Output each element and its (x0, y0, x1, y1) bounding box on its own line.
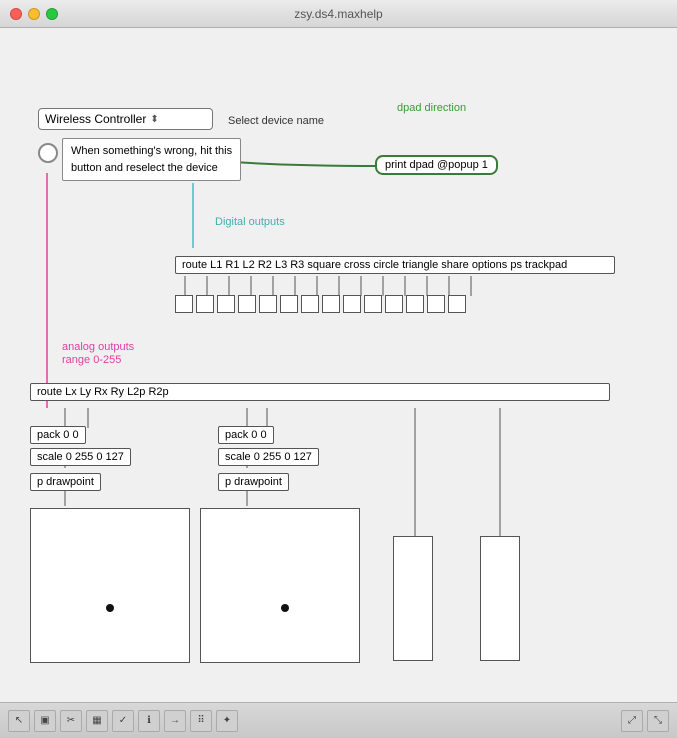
xy-dot-left (106, 604, 114, 612)
pack1-box[interactable]: pack 0 0 (30, 426, 86, 444)
toolbar-right-icons: ⤢ ⤡ (621, 710, 669, 732)
info-line1: When something's wrong, hit this (71, 143, 232, 160)
outlet-L1[interactable] (175, 295, 193, 313)
scale1-box[interactable]: scale 0 255 0 127 (30, 448, 131, 466)
print-dpad-label: print dpad @popup 1 (385, 159, 488, 171)
outlet-triangle[interactable] (364, 295, 382, 313)
collapse-icon[interactable]: ⤡ (647, 710, 669, 732)
max-canvas: Wireless Controller ⬍ Select device name… (0, 28, 677, 702)
analog-range-label: range 0-255 (62, 354, 121, 366)
drawpoint1-label: p drawpoint (37, 476, 94, 488)
window-controls[interactable] (10, 8, 58, 20)
outlet-share[interactable] (385, 295, 403, 313)
scale2-label: scale 0 255 0 127 (225, 451, 312, 463)
drawpoint1-box[interactable]: p drawpoint (30, 473, 101, 491)
star-tool[interactable]: ✦ (216, 710, 238, 732)
bottom-toolbar: ↖ ▣ ✂ ▦ ✓ ℹ → ⠿ ✦ ⤢ ⤡ (0, 702, 677, 738)
drawpoint2-label: p drawpoint (225, 476, 282, 488)
outlet-R2[interactable] (238, 295, 256, 313)
slider-r2p[interactable] (480, 536, 520, 661)
cut-tool[interactable]: ✂ (60, 710, 82, 732)
title-bar: zsy.ds4.maxhelp (0, 0, 677, 28)
dropdown-value: Wireless Controller (45, 112, 146, 126)
outlet-cross[interactable] (322, 295, 340, 313)
digital-route-box[interactable]: route L1 R1 L2 R2 L3 R3 square cross cir… (175, 256, 615, 274)
toolbar-left-icons: ↖ ▣ ✂ ▦ ✓ ℹ → ⠿ ✦ (8, 710, 238, 732)
check-tool[interactable]: ✓ (112, 710, 134, 732)
scale1-label: scale 0 255 0 127 (37, 451, 124, 463)
outlet-ps[interactable] (427, 295, 445, 313)
analog-route-box[interactable]: route Lx Ly Rx Ry L2p R2p (30, 383, 610, 401)
drawpoint2-box[interactable]: p drawpoint (218, 473, 289, 491)
close-button[interactable] (10, 8, 22, 20)
outlet-trackpad[interactable] (448, 295, 466, 313)
analog-route-label: route Lx Ly Rx Ry L2p R2p (37, 386, 169, 398)
window-title: zsy.ds4.maxhelp (294, 7, 382, 21)
xy-dot-right (281, 604, 289, 612)
expand-icon[interactable]: ⤢ (621, 710, 643, 732)
pack1-label: pack 0 0 (37, 429, 79, 441)
pack2-box[interactable]: pack 0 0 (218, 426, 274, 444)
outlet-options[interactable] (406, 295, 424, 313)
info-tool[interactable]: ℹ (138, 710, 160, 732)
outlet-L2[interactable] (217, 295, 235, 313)
dpad-label: dpad direction (397, 102, 466, 114)
pack2-label: pack 0 0 (225, 429, 267, 441)
save-tool[interactable]: ▣ (34, 710, 56, 732)
grid-tool[interactable]: ▦ (86, 710, 108, 732)
outlet-square[interactable] (301, 295, 319, 313)
maximize-button[interactable] (46, 8, 58, 20)
select-device-label: Select device name (228, 115, 324, 127)
dots-tool[interactable]: ⠿ (190, 710, 212, 732)
digital-outlets-row (175, 295, 466, 313)
outlet-circle[interactable] (343, 295, 361, 313)
digital-outputs-label: Digital outputs (215, 216, 285, 228)
xy-pad-left[interactable] (30, 508, 190, 663)
info-line2: button and reselect the device (71, 160, 232, 177)
outlet-R1[interactable] (196, 295, 214, 313)
print-dpad-box[interactable]: print dpad @popup 1 (375, 155, 498, 175)
dropdown-arrow-icon: ⬍ (150, 114, 158, 125)
digital-route-label: route L1 R1 L2 R2 L3 R3 square cross cir… (182, 259, 567, 271)
slider-l2p[interactable] (393, 536, 433, 661)
reselect-button[interactable] (38, 143, 58, 163)
pointer-tool[interactable]: ↖ (8, 710, 30, 732)
info-text-box: When something's wrong, hit this button … (62, 138, 241, 181)
analog-outputs-label: analog outputs (62, 341, 134, 353)
minimize-button[interactable] (28, 8, 40, 20)
scale2-box[interactable]: scale 0 255 0 127 (218, 448, 319, 466)
device-dropdown[interactable]: Wireless Controller ⬍ (38, 108, 213, 130)
outlet-L3[interactable] (259, 295, 277, 313)
outlet-R3[interactable] (280, 295, 298, 313)
xy-pad-right[interactable] (200, 508, 360, 663)
arrow-tool[interactable]: → (164, 710, 186, 732)
